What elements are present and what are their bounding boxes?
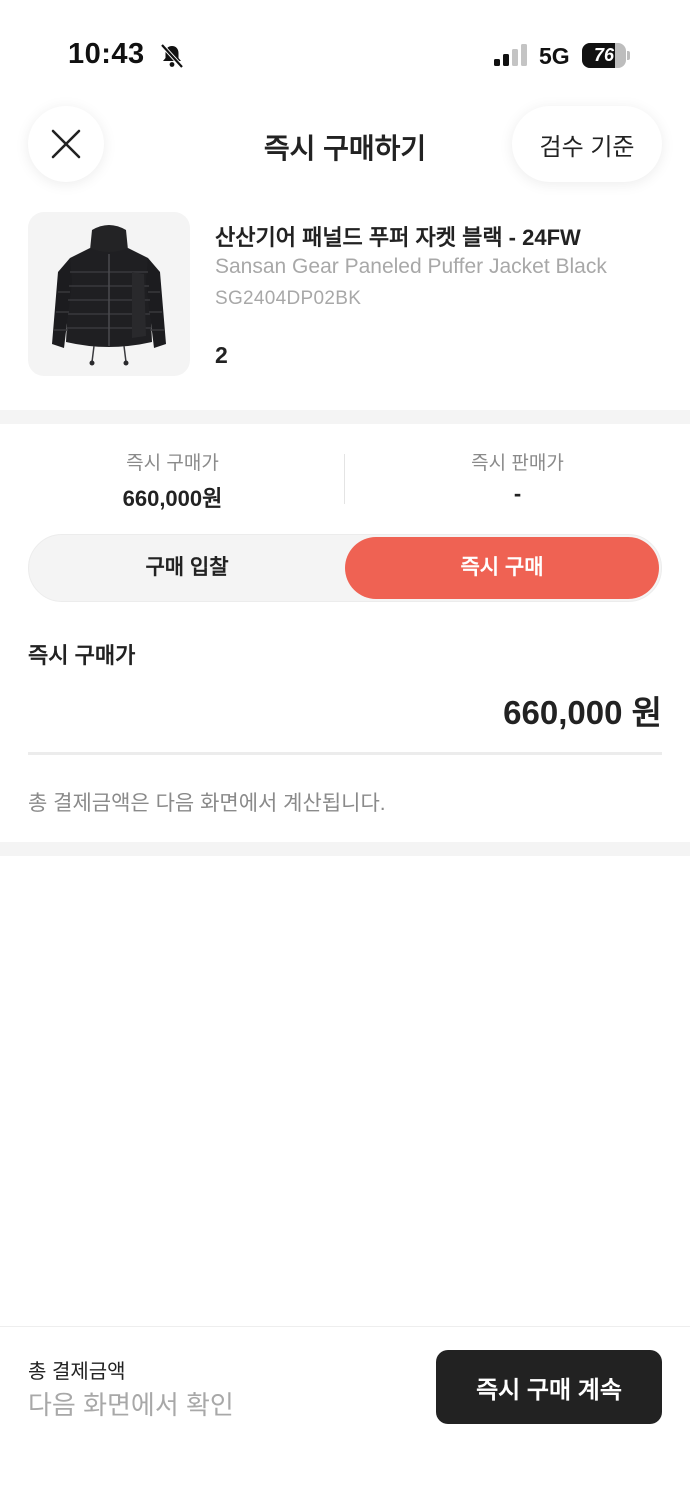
status-time: 10:43: [68, 38, 145, 70]
instant-sell-price-value: -: [513, 481, 522, 506]
header: 즉시 구매하기 검수 기준: [0, 100, 690, 196]
product-size: 2: [215, 342, 228, 368]
puffer-jacket-image: [52, 225, 166, 366]
price-summary: 즉시 구매가 660,000원 즉시 판매가 -: [0, 424, 690, 528]
section-divider: [0, 842, 690, 856]
network-type: 5G: [539, 43, 570, 69]
battery-icon: 76: [582, 43, 630, 68]
inspection-criteria-button[interactable]: 검수 기준: [512, 106, 662, 182]
total-payment-label: 총 결제금액: [28, 1361, 126, 1383]
product-name-korean: 산산기어 패널드 푸퍼 자켓 블랙 - 24FW: [215, 225, 581, 250]
product-model-code: SG2404DP02BK: [215, 288, 362, 309]
page: 10:43 5G 76 즉시 구매하기 검수 기준 산산기어 패널드 푸퍼 자켓…: [0, 0, 690, 1500]
battery-percent: 76: [593, 45, 615, 65]
signal-icon: [494, 44, 527, 66]
section-divider: [0, 410, 690, 424]
instant-price-value: 660,000 원: [503, 694, 662, 731]
total-payment-value: 다음 화면에서 확인: [28, 1390, 234, 1420]
status-bar: 10:43 5G 76: [0, 0, 690, 100]
instant-buy-price: 즉시 구매가 660,000원: [0, 448, 345, 513]
price-underline: [28, 752, 662, 755]
product-name-english: Sansan Gear Paneled Puffer Jacket Black: [215, 255, 607, 278]
product-summary: 산산기어 패널드 푸퍼 자켓 블랙 - 24FW Sansan Gear Pan…: [0, 196, 690, 410]
instant-buy-price-label: 즉시 구매가: [126, 453, 219, 474]
bottom-bar: 총 결제금액 다음 화면에서 확인 즉시 구매 계속: [0, 1326, 690, 1500]
instant-buy-price-value: 660,000원: [122, 486, 223, 511]
instant-sell-price-label: 즉시 판매가: [471, 453, 564, 474]
instant-price-label: 즉시 구매가: [28, 643, 136, 668]
silent-bell-icon: [160, 43, 184, 69]
tab-instant-buy[interactable]: 즉시 구매: [345, 537, 659, 599]
continue-instant-buy-button[interactable]: 즉시 구매 계속: [436, 1350, 662, 1424]
tab-purchase-bid[interactable]: 구매 입찰: [29, 535, 345, 601]
payment-note: 총 결제금액은 다음 화면에서 계산됩니다.: [28, 792, 386, 815]
instant-sell-price: 즉시 판매가 -: [345, 448, 690, 507]
product-image: [28, 212, 190, 376]
purchase-type-toggle: 구매 입찰 즉시 구매: [28, 534, 662, 602]
